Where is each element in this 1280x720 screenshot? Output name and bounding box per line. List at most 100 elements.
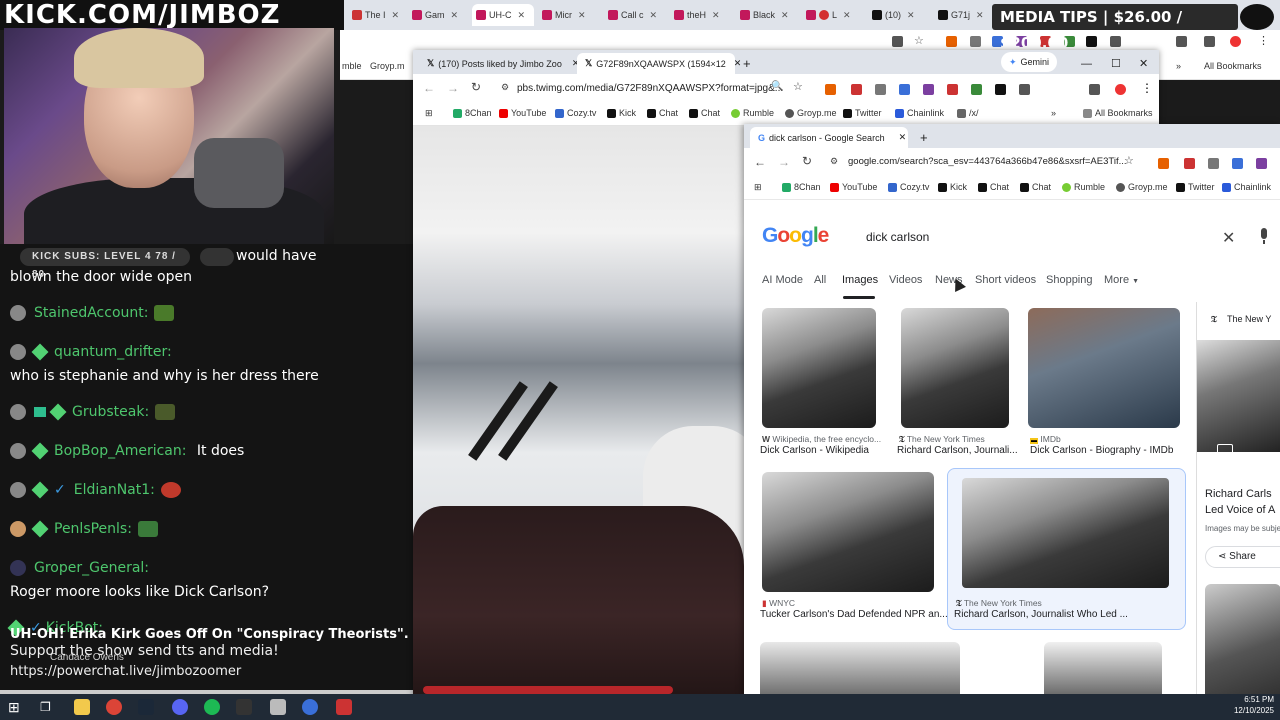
bookmark-kick[interactable]: Kick — [938, 182, 967, 192]
bg-tab[interactable]: Call c ✕ — [604, 4, 668, 26]
chat-username[interactable]: EldianNat1: — [74, 482, 155, 498]
star-icon[interactable]: ☆ — [914, 36, 925, 47]
reload-icon[interactable]: ↻ — [471, 80, 481, 94]
bookmark-twitter[interactable]: Twitter — [1176, 182, 1215, 192]
close-icon[interactable]: ✕ — [781, 10, 789, 21]
result-caption[interactable]: Richard Carlson, Journali... — [897, 445, 1018, 456]
minimize-button[interactable]: — — [1073, 53, 1100, 74]
x-logo-icon[interactable] — [1086, 36, 1097, 47]
bookmark-rumble[interactable]: mble — [342, 61, 362, 71]
apps-icon[interactable]: ⊞ — [425, 108, 433, 119]
extension-icon[interactable] — [851, 84, 862, 95]
chevron-right-icon[interactable]: » — [1051, 108, 1056, 118]
result-caption[interactable]: Dick Carlson - Biography - IMDb — [1030, 445, 1173, 456]
close-icon[interactable]: ✕ — [392, 10, 400, 21]
bookmark-kick[interactable]: Kick — [607, 108, 636, 118]
close-icon[interactable]: ✕ — [899, 132, 907, 143]
x-logo-icon[interactable] — [995, 84, 1006, 95]
menu-icon[interactable]: ⋮ — [1141, 81, 1153, 95]
menu-icon[interactable]: ⋮ — [1258, 36, 1269, 47]
bookmark-chat[interactable]: Chat — [689, 108, 720, 118]
bookmark-8chan[interactable]: 8Chan — [782, 182, 821, 192]
screenshot-icon[interactable] — [892, 36, 903, 47]
all-bookmarks[interactable]: All Bookmarks — [1204, 61, 1262, 71]
extension-icon[interactable] — [1184, 158, 1195, 169]
forward-icon[interactable]: → — [778, 155, 790, 169]
forward-icon[interactable]: → — [447, 81, 459, 95]
profile-avatar[interactable] — [1230, 36, 1241, 47]
app-icon[interactable] — [336, 699, 352, 715]
preview-source[interactable]: 𝔗 The New Y — [1211, 314, 1271, 325]
preview-title[interactable]: Led Voice of A — [1205, 504, 1275, 516]
close-window-button[interactable]: ✕ — [1131, 53, 1156, 74]
bg-tab[interactable]: (10) ✕ — [868, 4, 930, 26]
tab-google-search[interactable]: Gdick carlson - Google Search ✕ — [750, 127, 908, 148]
app-icon[interactable] — [236, 699, 252, 715]
image-result[interactable] — [1028, 308, 1180, 428]
bookmark-cozy[interactable]: Cozy.tv — [555, 108, 596, 118]
preview-image[interactable] — [1197, 340, 1280, 452]
chevron-right-icon[interactable]: » — [1176, 61, 1181, 71]
bookmark-rumble[interactable]: Rumble — [731, 108, 774, 118]
close-icon[interactable]: ✕ — [650, 10, 658, 21]
extension-icon[interactable] — [1232, 158, 1243, 169]
share-button[interactable]: ⋖ Share — [1205, 546, 1280, 568]
extension-icon[interactable] — [923, 84, 934, 95]
bookmark-groyp[interactable]: Groyp.m — [370, 61, 405, 71]
bookmark-chat[interactable]: Chat — [647, 108, 678, 118]
extension-icon[interactable] — [946, 36, 957, 47]
extension-icon[interactable] — [947, 84, 958, 95]
bookmark-rumble[interactable]: Rumble — [1062, 182, 1105, 192]
bg-tab[interactable]: The I ✕ — [348, 4, 406, 26]
extension-icon[interactable] — [1158, 158, 1169, 169]
all-bookmarks[interactable]: All Bookmarks — [1083, 108, 1153, 118]
extension-icon[interactable] — [1208, 158, 1219, 169]
tab-short-videos[interactable]: Short videos — [975, 274, 1036, 286]
result-caption[interactable]: Tucker Carlson's Dad Defended NPR an... — [760, 609, 948, 620]
tab-ai-mode[interactable]: AI Mode — [762, 274, 803, 286]
tab-videos[interactable]: Videos — [889, 274, 922, 286]
file-explorer-icon[interactable] — [74, 699, 90, 715]
system-clock[interactable]: 6:51 PM 12/10/2025 — [1234, 694, 1274, 716]
image-result[interactable] — [962, 478, 1169, 588]
chat-username[interactable]: Grubsteak: — [72, 404, 149, 420]
discord-icon[interactable] — [172, 699, 188, 715]
bookmark-8chan[interactable]: 8Chan — [453, 108, 492, 118]
tab-twimg-image[interactable]: 𝕏 G72F89nXQAAWSPX (1594×12 ✕ — [577, 53, 741, 74]
back-icon[interactable]: ← — [754, 155, 766, 169]
bookmark-youtube[interactable]: YouTube — [499, 108, 546, 118]
bg-tab-active[interactable]: UH-C ✕ — [472, 4, 534, 26]
bookmark-cozy[interactable]: Cozy.tv — [888, 182, 929, 192]
close-icon[interactable]: ✕ — [451, 10, 459, 21]
bg-tab[interactable]: theH ✕ — [670, 4, 734, 26]
extension-icon[interactable] — [825, 84, 836, 95]
downloads-icon[interactable] — [1204, 36, 1215, 47]
site-info-icon[interactable]: ⚙ — [830, 156, 838, 167]
maximize-button[interactable]: ☐ — [1103, 53, 1129, 74]
gemini-button[interactable]: ✦ Gemini — [1001, 52, 1058, 72]
bookmark-youtube[interactable]: YouTube — [830, 182, 877, 192]
profile-avatar[interactable] — [1115, 84, 1126, 95]
chat-username[interactable]: BopBop_American: — [54, 443, 186, 459]
bookmark-chat[interactable]: Chat — [978, 182, 1009, 192]
lens-icon[interactable] — [1217, 444, 1233, 456]
close-icon[interactable]: ✕ — [578, 10, 586, 21]
site-info-icon[interactable]: ⚙ — [501, 82, 509, 93]
zoom-icon[interactable]: 🔍 — [771, 81, 783, 92]
close-icon[interactable]: ✕ — [843, 10, 851, 21]
bookmark-groyp[interactable]: Groyp.me — [1116, 182, 1168, 192]
extensions-icon[interactable] — [1110, 36, 1121, 47]
bookmark-groyp[interactable]: Groyp.me — [785, 108, 837, 118]
bookmark-x-board[interactable]: /x/ — [957, 108, 979, 118]
search-input[interactable]: dick carlson — [856, 222, 1276, 252]
close-icon[interactable]: ✕ — [712, 10, 720, 21]
tab-images[interactable]: Images — [842, 274, 878, 286]
tab-x-likes[interactable]: 𝕏 (170) Posts liked by Jimbo Zoo ✕ — [419, 53, 579, 74]
steam-icon[interactable] — [138, 699, 154, 715]
result-caption[interactable]: Richard Carlson, Journalist Who Led ... — [954, 609, 1128, 620]
new-tab-button[interactable]: + — [912, 127, 936, 148]
image-result[interactable] — [762, 308, 876, 428]
google-logo[interactable]: Google — [762, 224, 829, 248]
close-icon[interactable]: ✕ — [518, 10, 526, 21]
chrome-icon[interactable] — [106, 699, 122, 715]
